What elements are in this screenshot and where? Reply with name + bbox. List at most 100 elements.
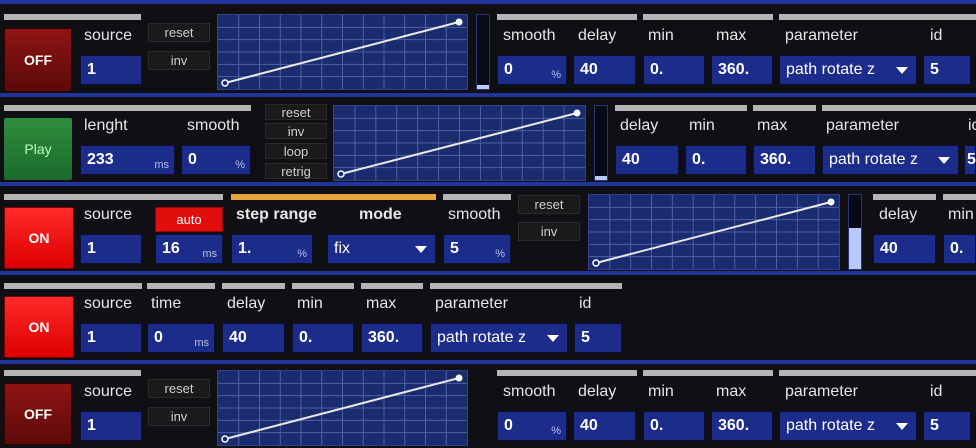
chevron-down-icon xyxy=(896,67,908,74)
header-bar xyxy=(361,283,423,289)
toggle-button[interactable]: OFF xyxy=(4,28,72,92)
auto-time-field[interactable]: 16 ms xyxy=(155,234,223,264)
max-label: max xyxy=(366,295,397,312)
parameter-dropdown[interactable]: path rotate z xyxy=(779,411,917,441)
reset-button[interactable]: reset xyxy=(518,195,580,214)
curve-point[interactable] xyxy=(455,18,463,26)
max-field[interactable]: 360. xyxy=(361,323,423,353)
toggle-button[interactable]: OFF xyxy=(4,383,72,445)
header-bar xyxy=(753,105,816,111)
min-field[interactable]: 0. xyxy=(643,411,705,441)
curve-graph[interactable] xyxy=(217,370,468,446)
max-field[interactable]: 360. xyxy=(753,145,816,175)
smooth-label: smooth xyxy=(503,27,556,44)
smooth-field[interactable]: 5% xyxy=(443,234,511,264)
id-field[interactable]: 5 xyxy=(923,411,971,441)
max-value: 360. xyxy=(368,329,400,346)
parameter-dropdown[interactable]: path rotate z xyxy=(779,55,917,85)
source-value: 1 xyxy=(87,61,96,78)
header-bar xyxy=(779,14,976,20)
curve-graph[interactable] xyxy=(588,194,840,270)
id-field[interactable]: 5 xyxy=(964,145,976,175)
curve-point[interactable] xyxy=(455,374,463,382)
inv-button[interactable]: inv xyxy=(148,407,210,426)
curve-point[interactable] xyxy=(221,79,229,87)
delay-field[interactable]: 40 xyxy=(873,234,936,264)
max-field[interactable]: 360. xyxy=(711,411,773,441)
min-field[interactable]: 0. xyxy=(943,234,976,264)
reset-button[interactable]: reset xyxy=(148,379,210,398)
retrig-button[interactable]: retrig xyxy=(265,163,327,179)
header-bar xyxy=(497,370,637,376)
smooth-field[interactable]: 0% xyxy=(497,411,567,441)
ms-unit: ms xyxy=(154,159,169,171)
source-field[interactable]: 1 xyxy=(80,55,142,85)
reset-button[interactable]: reset xyxy=(265,104,327,120)
reset-button[interactable]: reset xyxy=(148,23,210,42)
min-label: min xyxy=(297,295,323,312)
percent-unit: % xyxy=(235,159,245,171)
mode-value: fix xyxy=(334,240,350,257)
level-meter xyxy=(848,194,862,270)
delay-field[interactable]: 40 xyxy=(222,323,285,353)
smooth-field[interactable]: 0% xyxy=(181,145,251,175)
step-range-field[interactable]: 1.% xyxy=(231,234,313,264)
curve-point[interactable] xyxy=(827,198,835,206)
min-label: min xyxy=(689,117,715,134)
module-row-4: ON source time delay min max parameter i… xyxy=(0,275,976,360)
mode-dropdown[interactable]: fix xyxy=(327,234,436,264)
id-field[interactable]: 5 xyxy=(923,55,971,85)
min-value: 0. xyxy=(650,61,664,78)
source-label: source xyxy=(84,383,133,400)
curve-graph[interactable] xyxy=(217,14,468,90)
smooth-field[interactable]: 0% xyxy=(497,55,567,85)
time-value: 0 xyxy=(154,329,163,346)
inv-button[interactable]: inv xyxy=(518,222,580,241)
toggle-button[interactable]: ON xyxy=(4,207,74,269)
max-field[interactable]: 360. xyxy=(711,55,773,85)
inv-button[interactable]: inv xyxy=(148,51,210,70)
curve-graph[interactable] xyxy=(333,105,586,181)
percent-unit: % xyxy=(551,425,561,437)
source-value: 1 xyxy=(87,329,96,346)
curve-point[interactable] xyxy=(592,259,600,267)
min-field[interactable]: 0. xyxy=(643,55,705,85)
header-bar xyxy=(943,194,976,200)
header-bar xyxy=(231,194,436,200)
smooth-value: 0 xyxy=(504,417,513,434)
module-row-2: Play lenght smooth 233 ms 0% reset inv lo… xyxy=(0,97,976,182)
chevron-down-icon xyxy=(896,423,908,430)
source-field[interactable]: 1 xyxy=(80,411,142,441)
source-field[interactable]: 1 xyxy=(80,323,142,353)
source-value: 1 xyxy=(87,240,96,257)
delay-field[interactable]: 40 xyxy=(615,145,679,175)
curve-point[interactable] xyxy=(573,109,581,117)
step-range-value: 1. xyxy=(238,240,252,257)
delay-field[interactable]: 40 xyxy=(573,55,636,85)
smooth-label: smooth xyxy=(503,383,556,400)
curve-point[interactable] xyxy=(337,170,345,178)
curve-point[interactable] xyxy=(221,435,229,443)
parameter-dropdown[interactable]: path rotate z xyxy=(430,323,568,353)
source-label: source xyxy=(84,295,133,312)
min-label: min xyxy=(948,206,974,223)
min-value: 0. xyxy=(650,417,664,434)
time-field[interactable]: 0 ms xyxy=(147,323,215,353)
min-field[interactable]: 0. xyxy=(292,323,354,353)
auto-button[interactable]: auto xyxy=(155,207,223,232)
source-field[interactable]: 1 xyxy=(80,234,142,264)
loop-button[interactable]: loop xyxy=(265,143,327,159)
smooth-value: 0 xyxy=(504,61,513,78)
min-field[interactable]: 0. xyxy=(685,145,747,175)
play-button[interactable]: Play xyxy=(4,118,72,180)
parameter-label: parameter xyxy=(785,383,858,400)
header-bar xyxy=(443,194,511,200)
parameter-dropdown[interactable]: path rotate z xyxy=(822,145,959,175)
toggle-button[interactable]: ON xyxy=(4,296,74,358)
max-value: 360. xyxy=(760,151,792,168)
inv-button[interactable]: inv xyxy=(265,123,327,139)
delay-field[interactable]: 40 xyxy=(573,411,636,441)
lenght-field[interactable]: 233 ms xyxy=(80,145,175,175)
id-field[interactable]: 5 xyxy=(574,323,622,353)
min-label: min xyxy=(648,383,674,400)
